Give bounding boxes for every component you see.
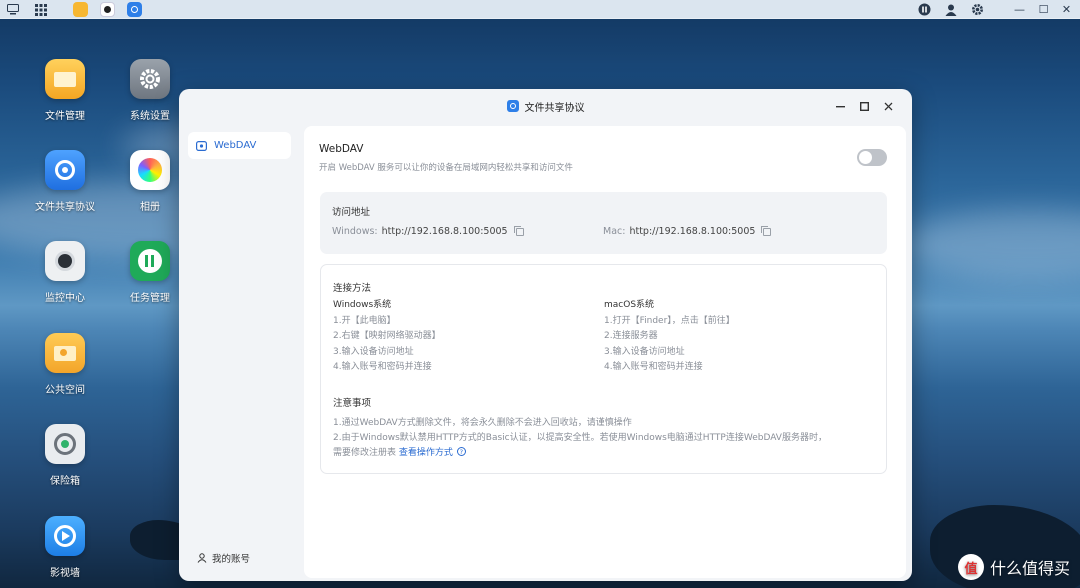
safe-icon [45,424,85,464]
cloud-bg [900,210,1080,280]
share-icon [506,100,519,112]
taskbar-camera-icon[interactable] [100,2,115,17]
windows-address-label: Windows: [332,226,378,237]
webdav-icon [196,140,207,151]
window-minimize-button[interactable] [832,98,848,114]
mac-step: 1.打开【Finder】，点击【前往】 [604,315,735,326]
mac-step: 2.连接服务器 [604,331,658,341]
taskbar-close-button[interactable]: ✕ [1059,2,1074,17]
copy-icon[interactable] [761,225,772,236]
help-icon[interactable]: ? [456,447,466,456]
window-maximize-button[interactable] [856,98,872,114]
desktop-app-label: 影视墙 [50,568,80,579]
webdav-panel: WebDAV 开启 WebDAV 服务可以让你的设备在局域网内轻松共享和访问文件… [304,126,906,578]
mac-address-row: Mac: http://192.168.8.100:5005 [603,225,772,237]
mac-step: 4.输入账号和密码并连接 [604,362,703,372]
windows-step: 2.右键【映射网络驱动器】 [333,331,441,341]
window-titlebar[interactable]: 文件共享协议 [179,89,912,123]
view-instructions-link[interactable]: 查看操作方式 [399,448,453,458]
connection-method-card: 连接方法 Windows系统 1.开【此电脑】 2.右键【映射网络驱动器】 3.… [320,264,887,474]
taskbar-maximize-button[interactable]: ☐ [1036,2,1051,17]
share-icon [45,150,85,190]
webdav-description: 开启 WebDAV 服务可以让你的设备在局域网内轻松共享和访问文件 [319,163,573,173]
webdav-enable-toggle[interactable] [857,149,887,166]
access-address-card: 访问地址 Windows: http://192.168.8.100:5005 … [320,192,887,254]
watermark-text: 什么值得买 [989,559,1070,578]
windows-steps: Windows系统 1.开【此电脑】 2.右键【映射网络驱动器】 3.输入设备访… [333,298,441,376]
windows-address-url: http://192.168.8.100:5005 [381,226,508,237]
window-title-group: 文件共享协议 [506,99,585,114]
notes-body: 1.通过WebDAV方式删除文件，将会永久删除不会进入回收站，请谨慎操作 2.由… [333,416,878,461]
my-account-label: 我的账号 [212,554,251,565]
note-line-with-link: 需要修改注册表 查看操作方式? [333,446,878,461]
watermark-logo-icon: 值 [957,554,984,580]
desktop-app-file-share[interactable]: 文件共享协议 [20,150,110,213]
desktop-app-monitor[interactable]: 监控中心 [20,241,110,304]
taskbar-minimize-button[interactable]: — [1012,2,1027,17]
desktop-app-label: 公共空间 [45,385,85,396]
tasks-icon [130,241,170,281]
mac-address-label: Mac: [603,226,626,237]
note-line: 需要修改注册表 [333,448,397,458]
connection-heading: 连接方法 [333,283,372,294]
taskbar: — ☐ ✕ [0,0,1080,19]
access-address-heading: 访问地址 [332,207,371,218]
note-line: 1.通过WebDAV方式删除文件，将会永久删除不会进入回收站，请谨慎操作 [333,418,632,428]
gear-icon [130,59,170,99]
windows-step: 1.开【此电脑】 [333,315,396,326]
desktop-app-label: 保险箱 [50,476,80,487]
desktop-icon[interactable] [5,2,20,17]
my-account-link[interactable]: 我的账号 [197,551,250,565]
toggle-knob [859,151,872,164]
photos-icon [130,150,170,190]
windows-step: 3.输入设备访问地址 [333,346,414,357]
mac-step: 3.输入设备访问地址 [604,346,685,357]
user-icon [197,553,207,563]
desktop-app-safe[interactable]: 保险箱 [20,424,110,487]
webdav-title: WebDAV [319,143,364,155]
video-icon [45,516,85,556]
watermark: 值 什么值得买 [957,554,1070,580]
info-icon[interactable] [917,2,932,17]
window-title: 文件共享协议 [524,102,585,114]
user-icon[interactable] [943,2,958,17]
windows-step: 4.输入账号和密码并连接 [333,362,432,372]
note-line: 2.由于Windows默认禁用HTTP方式的Basic认证，以提高安全性。若使用… [333,433,827,443]
desktop: — ☐ ✕ 文件管理 文件共享协议 监控中心 公共空间 保险箱 影视墙 系统设置… [0,0,1080,588]
app-grid-icon[interactable] [33,2,48,17]
desktop-app-video-wall[interactable]: 影视墙 [20,516,110,579]
sidebar-item-webdav[interactable]: WebDAV [188,132,291,159]
camera-icon [45,241,85,281]
windows-address-row: Windows: http://192.168.8.100:5005 [332,225,524,237]
public-folder-icon [45,333,85,373]
window-sidebar: WebDAV 我的账号 [179,123,299,581]
desktop-app-label: 监控中心 [45,293,85,304]
desktop-app-public-space[interactable]: 公共空间 [20,333,110,396]
desktop-app-label: 文件管理 [45,111,85,122]
desktop-app-label: 文件共享协议 [35,202,95,213]
taskbar-share-icon[interactable] [127,2,142,17]
sidebar-item-label: WebDAV [214,140,257,151]
mac-steps: macOS系统 1.打开【Finder】，点击【前往】 2.连接服务器 3.输入… [604,298,735,376]
gear-icon[interactable] [970,2,985,17]
windows-steps-title: Windows系统 [333,300,392,310]
notes-heading: 注意事项 [333,398,372,409]
folder-icon [45,59,85,99]
copy-icon[interactable] [513,225,524,236]
window-close-button[interactable] [880,98,896,114]
desktop-app-file-manager[interactable]: 文件管理 [20,59,110,122]
mac-address-url: http://192.168.8.100:5005 [629,226,756,237]
taskbar-files-icon[interactable] [73,2,88,17]
mac-steps-title: macOS系统 [604,300,655,310]
file-share-window: 文件共享协议 WebDAV 我的账号 WebDAV 开启 WebDAV 服务可以… [179,89,912,581]
